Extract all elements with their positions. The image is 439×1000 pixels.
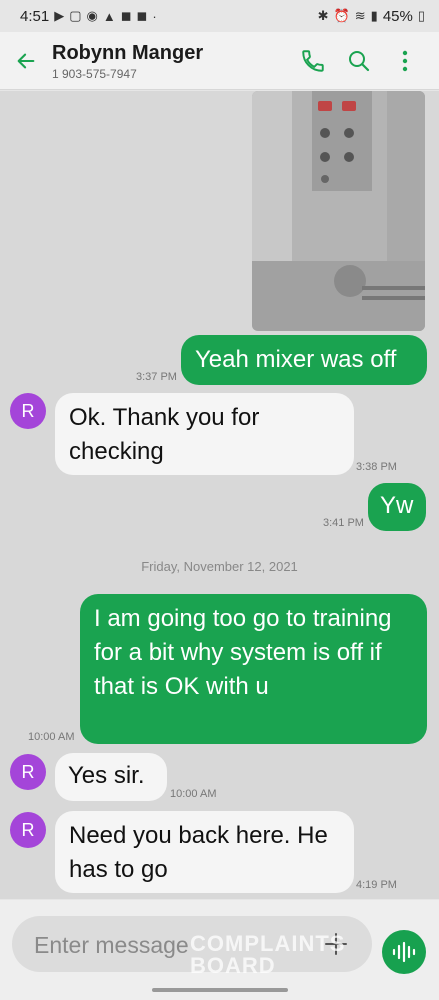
audio-waveform-icon [392,941,416,963]
more-options-button[interactable] [385,41,425,81]
contact-phone: 1 903-575-7947 [52,67,137,81]
contact-avatar[interactable]: R [10,812,46,848]
back-arrow-icon [17,53,35,68]
clock: 4:51 [20,7,50,25]
message-timestamp: 3:37 PM [136,371,177,383]
message-timestamp: 10:00 AM [170,788,217,800]
kebab-menu-icon [402,50,408,71]
contact-name: Robynn Manger [52,42,204,64]
status-bar: 4:51 ▶ ▢ ◉ ▲ ◼ ◼ · ✱ ⏰ ≋ ▮ 45% ▯ [0,0,439,32]
more-notifications-icon: · [152,8,157,24]
watermark: COMPLAINTS BOARD [190,931,346,978]
wifi-icon: ≋ [354,8,366,23]
message-timestamp: 4:19 PM [356,879,397,891]
battery-icon: ▯ [417,8,425,23]
app-notification-icon: ◼ [136,8,148,23]
date-separator: Friday, November 12, 2021 [141,559,298,574]
battery-level: 45% [382,7,413,25]
message-timestamp: 10:00 AM [28,731,75,743]
message-timestamp: 3:41 PM [323,517,364,529]
signal-icon: ▮ [370,8,378,23]
image-attachment[interactable] [252,91,425,331]
call-button[interactable] [293,41,333,81]
outgoing-message[interactable]: I am going too go to training for a bit … [80,594,427,744]
voice-record-button[interactable] [382,930,426,974]
photo-thumbnail [252,91,425,331]
incoming-message[interactable]: Ok. Thank you for checking [55,393,354,475]
phone-icon [302,49,324,72]
bluetooth-icon: ✱ [317,8,329,23]
outgoing-message[interactable]: Yeah mixer was off [181,335,427,385]
outgoing-message[interactable]: Yw [368,483,426,531]
back-button[interactable] [0,32,52,90]
contact-avatar[interactable]: R [10,393,46,429]
message-timestamp: 3:38 PM [356,461,397,473]
incoming-message[interactable]: Yes sir. [55,753,167,801]
conversation-header: Robynn Manger 1 903-575-7947 [0,32,439,90]
messenger-icon: ◉ [86,8,98,23]
app-notification-icon: ◼ [120,8,132,23]
incoming-message[interactable]: Need you back here. He has to go [55,811,354,893]
chat-icon: ▢ [69,8,82,23]
alert-icon: ▲ [102,8,116,24]
alarm-icon: ⏰ [333,8,350,23]
home-indicator[interactable] [152,988,288,992]
contact-avatar[interactable]: R [10,754,46,790]
search-icon [349,50,370,71]
youtube-icon: ▶ [54,8,65,23]
search-button[interactable] [339,41,379,81]
